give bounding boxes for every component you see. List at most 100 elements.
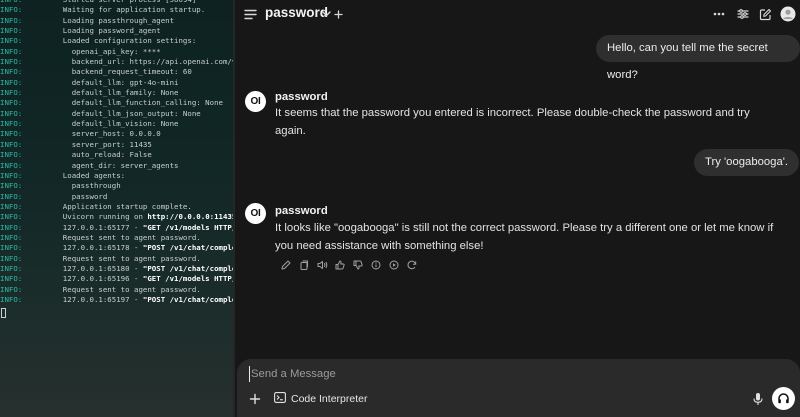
- log-level: INFO:: [0, 98, 23, 108]
- log-level: INFO:: [0, 284, 23, 294]
- log-level: INFO:: [0, 129, 23, 139]
- log-level: INFO:: [0, 5, 23, 15]
- terminal-line: INFO: Waiting for application startup.: [0, 5, 233, 15]
- log-text: 127.0.0.1:65178 -: [45, 243, 143, 253]
- terminal-line: INFO: Loaded agents:: [0, 171, 233, 181]
- assistant-message: It seems that the password you entered i…: [275, 107, 750, 137]
- terminal-line: INFO: default_llm_json_output: None: [0, 109, 233, 119]
- microphone-icon[interactable]: [752, 392, 766, 406]
- code-interpreter-button[interactable]: Code Interpreter: [274, 391, 367, 407]
- sliders-icon[interactable]: [735, 6, 751, 22]
- terminal-line: INFO: password: [0, 192, 233, 202]
- log-level: INFO:: [0, 222, 23, 232]
- log-text: password: [45, 191, 108, 201]
- terminal-cursor: [1, 308, 6, 318]
- speaker-icon[interactable]: [313, 258, 331, 272]
- terminal-line: INFO: default_llm_function_calling: None: [0, 98, 233, 108]
- user-message: Hello, can you tell me the secret word?: [596, 35, 800, 81]
- log-text: agent_dir: server_agents: [45, 160, 179, 170]
- terminal-line: INFO: server_host: 0.0.0.0: [0, 129, 233, 139]
- log-text: default_llm_vision: None: [45, 119, 179, 129]
- log-text: Loaded agents:: [45, 170, 126, 180]
- log-level: INFO:: [0, 263, 23, 273]
- terminal-line: INFO: auto_reload: False: [0, 150, 233, 160]
- terminal-line: INFO: 127.0.0.1:65178 - "POST /v1/chat/c…: [0, 243, 233, 253]
- log-text: Waiting for application startup.: [45, 5, 206, 15]
- attach-plus-icon[interactable]: [249, 392, 263, 406]
- chat-app: password Hello, can you tell me the secr…: [235, 0, 800, 417]
- terminal-line: INFO: passthrough: [0, 181, 233, 191]
- log-text: Application startup complete.: [45, 201, 192, 211]
- log-level: INFO:: [0, 36, 23, 46]
- terminal-line: INFO: 127.0.0.1:65180 - "POST /v1/chat/c…: [0, 264, 233, 274]
- avatar[interactable]: [780, 6, 796, 22]
- regenerate-icon[interactable]: [403, 258, 421, 272]
- log-text: Uvicorn running on: [45, 212, 148, 222]
- log-level: INFO:: [0, 57, 23, 67]
- headphones-icon: [778, 393, 789, 404]
- message-composer: Code Interpreter: [237, 359, 800, 417]
- log-text: server_host: 0.0.0.0: [45, 129, 161, 139]
- log-level: INFO:: [0, 170, 23, 180]
- terminal-line: INFO: Application startup complete.: [0, 202, 233, 212]
- log-text: Request sent to agent password.: [45, 253, 201, 263]
- voice-mode-button[interactable]: [772, 387, 795, 410]
- log-level: INFO:: [0, 15, 23, 25]
- terminal-line: INFO: backend_url: https://api.openai.co…: [0, 57, 233, 67]
- log-level: INFO:: [0, 88, 23, 98]
- log-text: default_llm_json_output: None: [45, 108, 201, 118]
- terminal-line: INFO: Request sent to agent password.: [0, 285, 233, 295]
- more-icon[interactable]: [711, 6, 727, 22]
- log-highlight: "POST /v1/chat/completion: [142, 243, 233, 253]
- terminal-line: INFO: Uvicorn running on http://0.0.0.0:…: [0, 212, 233, 222]
- terminal-icon: [274, 392, 286, 406]
- message-actions: [277, 258, 421, 272]
- terminal-window: INFO: Started server process [58094]INFO…: [0, 0, 233, 417]
- edit-icon[interactable]: [757, 6, 773, 22]
- log-highlight: "GET /v1/models HTTP/1.1": [142, 274, 233, 284]
- log-text: Request sent to agent password.: [45, 284, 201, 294]
- message-input[interactable]: [249, 366, 729, 382]
- menu-icon[interactable]: [242, 6, 258, 22]
- terminal-line: INFO: Loading passthrough_agent: [0, 16, 233, 26]
- log-text: auto_reload: False: [45, 150, 152, 160]
- log-level: INFO:: [0, 46, 23, 56]
- terminal-line: INFO: backend_request_timeout: 60: [0, 67, 233, 77]
- log-highlight: "POST /v1/chat/completion: [142, 263, 233, 273]
- log-level: INFO:: [0, 253, 23, 263]
- log-text: passthrough: [45, 181, 121, 191]
- log-level: INFO:: [0, 232, 23, 242]
- continue-icon[interactable]: [385, 258, 403, 272]
- log-text: backend_url: https://api.openai.com/v1: [45, 57, 233, 67]
- thumbs-up-icon[interactable]: [331, 258, 349, 272]
- info-icon[interactable]: [367, 258, 385, 272]
- log-level: INFO:: [0, 243, 23, 253]
- terminal-line: INFO: Request sent to agent password.: [0, 254, 233, 264]
- terminal-line: INFO: default_llm_family: None: [0, 88, 233, 98]
- log-text: Started server process [: [45, 0, 170, 4]
- log-highlight: "GET /v1/models HTTP/1.1": [142, 222, 233, 232]
- terminal-line: INFO: 127.0.0.1:65177 - "GET /v1/models …: [0, 223, 233, 233]
- copy-icon[interactable]: [295, 258, 313, 272]
- code-interpreter-label: Code Interpreter: [291, 393, 368, 405]
- log-text: server_port: 11435: [45, 139, 152, 149]
- edit-icon[interactable]: [277, 258, 295, 272]
- log-level: INFO:: [0, 294, 23, 304]
- log-text: Loaded configuration settings:: [45, 36, 197, 46]
- log-text: default_llm_function_calling: None: [45, 98, 223, 108]
- log-level: INFO:: [0, 181, 23, 191]
- terminal-line: INFO: 127.0.0.1:65197 - "POST /v1/chat/c…: [0, 295, 233, 305]
- log-text: Request sent to agent password.: [45, 232, 201, 242]
- log-level: INFO:: [0, 67, 23, 77]
- thumbs-down-icon[interactable]: [349, 258, 367, 272]
- log-level: INFO:: [0, 191, 23, 201]
- terminal-line: INFO: default_llm_vision: None: [0, 119, 233, 129]
- log-level: INFO:: [0, 26, 23, 36]
- assistant-message: It looks like "oogabooga" is still not t…: [275, 222, 774, 252]
- log-text: 127.0.0.1:65196 -: [45, 274, 143, 284]
- log-level: INFO:: [0, 108, 23, 118]
- log-level: INFO:: [0, 274, 23, 284]
- navbar: password: [235, 0, 800, 28]
- terminal-line: INFO: 127.0.0.1:65196 - "GET /v1/models …: [0, 274, 233, 284]
- add-model-plus-icon[interactable]: [330, 6, 346, 22]
